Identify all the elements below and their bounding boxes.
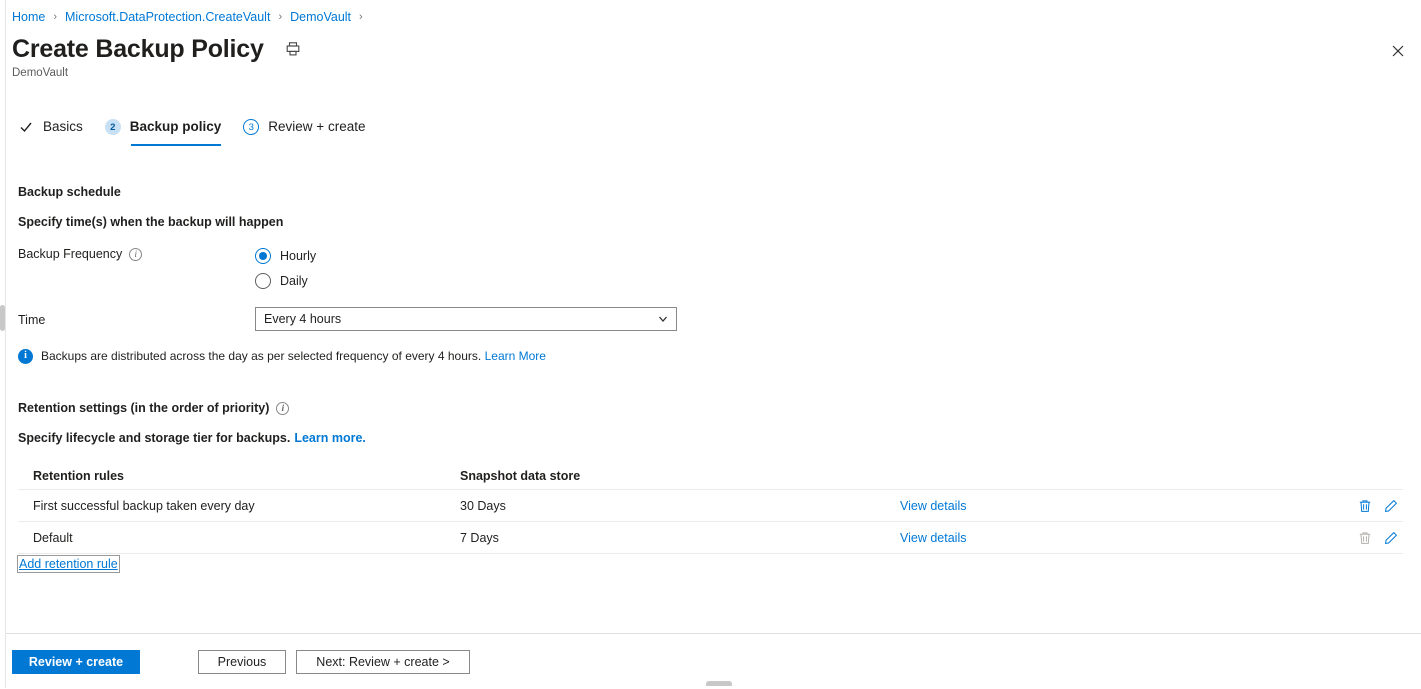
breadcrumb-item-home[interactable]: Home (12, 9, 45, 25)
bottom-scroll-grip[interactable] (706, 681, 732, 686)
table-row: First successful backup taken every day … (18, 490, 1403, 522)
time-label: Time (18, 313, 46, 327)
column-header-retention-rules: Retention rules (33, 468, 124, 483)
info-filled-icon: i (18, 348, 33, 364)
rule-snapshot-store: 30 Days (460, 498, 506, 513)
learn-more-link[interactable]: Learn More (485, 349, 546, 363)
schedule-info-text: Backups are distributed across the day a… (41, 348, 546, 364)
specify-lifecycle-label: Specify lifecycle and storage tier for b… (18, 430, 366, 447)
time-dropdown-value: Every 4 hours (264, 312, 342, 326)
retention-settings-heading-text: Retention settings (in the order of prio… (18, 401, 270, 415)
radio-hourly-mark (255, 247, 271, 264)
info-icon[interactable]: i (129, 248, 143, 261)
backup-frequency-label-text: Backup Frequency (18, 247, 123, 261)
add-retention-rule-link[interactable]: Add retention rule (17, 555, 120, 573)
close-icon[interactable] (1385, 38, 1411, 64)
retention-settings-heading: Retention settings (in the order of prio… (18, 400, 290, 417)
add-retention-rule-wrap: Add retention rule (17, 555, 120, 573)
backup-frequency-label: Backup Frequency i (18, 246, 143, 263)
schedule-info-message-text: Backups are distributed across the day a… (41, 349, 482, 363)
time-dropdown[interactable]: Every 4 hours (255, 307, 677, 331)
radio-daily-mark (255, 272, 271, 289)
title-row: Create Backup Policy (12, 33, 304, 65)
schedule-info-message: i Backups are distributed across the day… (18, 348, 546, 364)
breadcrumb-item-demovault[interactable]: DemoVault (290, 9, 351, 25)
step-badge-3: 3 (243, 119, 260, 135)
backup-schedule-heading: Backup schedule (18, 185, 121, 199)
view-details-link[interactable]: View details (900, 531, 966, 545)
page-subtitle: DemoVault (12, 67, 69, 79)
breadcrumb-separator-icon: › (278, 11, 283, 23)
radio-hourly-label: Hourly (280, 248, 317, 263)
learn-more-link[interactable]: Learn more. (294, 430, 366, 447)
review-create-button[interactable]: Review + create (12, 650, 140, 674)
next-button[interactable]: Next: Review + create > (296, 650, 470, 674)
pencil-icon[interactable] (1383, 498, 1399, 514)
previous-button[interactable]: Previous (198, 650, 286, 674)
check-icon (18, 119, 34, 135)
create-backup-policy-blade: Home › Microsoft.DataProtection.CreateVa… (0, 0, 1421, 689)
pencil-icon[interactable] (1383, 530, 1399, 546)
retention-rules-table: Retention rules Snapshot data store Firs… (18, 462, 1403, 554)
trash-icon (1357, 530, 1373, 546)
blade-left-rail (0, 0, 6, 688)
table-row: Default 7 Days View details (18, 522, 1403, 554)
specify-times-label: Specify time(s) when the backup will hap… (18, 215, 284, 229)
blade-resize-grip[interactable] (0, 305, 5, 331)
page-title: Create Backup Policy (12, 35, 264, 63)
rule-name: First successful backup taken every day (33, 498, 255, 513)
tab-backup-policy[interactable]: 2 Backup policy (104, 112, 222, 146)
printer-icon[interactable] (282, 38, 304, 60)
tab-basics[interactable]: Basics (18, 112, 83, 144)
column-header-snapshot-data-store: Snapshot data store (460, 468, 581, 483)
step-badge-2: 2 (104, 119, 121, 135)
radio-daily[interactable]: Daily (255, 268, 316, 293)
rule-snapshot-store: 7 Days (460, 530, 499, 545)
radio-hourly[interactable]: Hourly (255, 243, 316, 268)
trash-icon[interactable] (1357, 498, 1373, 514)
tab-basics-label: Basics (43, 119, 83, 134)
backup-frequency-radio-group: Hourly Daily (255, 243, 316, 293)
tab-backup-policy-label: Backup policy (129, 119, 222, 134)
tab-review-create[interactable]: 3 Review + create (243, 112, 365, 144)
rule-name: Default (33, 530, 73, 545)
breadcrumb-item-createvault[interactable]: Microsoft.DataProtection.CreateVault (65, 9, 270, 25)
radio-daily-label: Daily (280, 273, 308, 288)
chevron-down-icon (656, 312, 670, 326)
breadcrumb-separator-icon: › (359, 11, 363, 23)
tab-review-create-label: Review + create (268, 119, 366, 134)
specify-lifecycle-text: Specify lifecycle and storage tier for b… (18, 431, 291, 445)
breadcrumb: Home › Microsoft.DataProtection.CreateVa… (12, 9, 371, 25)
breadcrumb-separator-icon: › (53, 11, 58, 23)
info-icon[interactable]: i (276, 402, 290, 415)
wizard-steps: Basics 2 Backup policy 3 Review + create (18, 112, 387, 146)
table-header-row: Retention rules Snapshot data store (18, 462, 1403, 490)
view-details-link[interactable]: View details (900, 499, 966, 513)
